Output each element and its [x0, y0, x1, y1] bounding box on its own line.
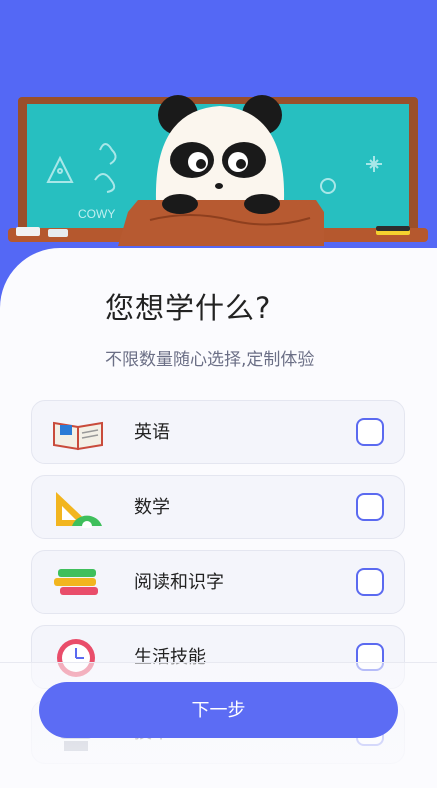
next-button[interactable]: 下一步	[39, 682, 398, 738]
option-label: 英语	[134, 422, 170, 443]
stacked-books-icon	[54, 569, 98, 595]
book-icon	[53, 421, 103, 451]
option-checkbox[interactable]	[356, 493, 384, 521]
option-label: 阅读和识字	[134, 572, 224, 593]
option-english[interactable]: 英语	[31, 400, 405, 464]
option-checkbox[interactable]	[356, 568, 384, 596]
hero-illustration: COWY	[0, 0, 437, 260]
option-math[interactable]: 数学	[31, 475, 405, 539]
ruler-triangle-icon	[56, 492, 102, 528]
page-subtitle: 不限数量随心选择,定制体验	[105, 350, 315, 370]
chalk-text: COWY	[78, 207, 115, 221]
page-title: 您想学什么?	[105, 291, 272, 325]
panda-mascot	[155, 95, 285, 214]
option-checkbox[interactable]	[356, 418, 384, 446]
sheet-corner	[0, 248, 120, 368]
option-reading[interactable]: 阅读和识字	[31, 550, 405, 614]
option-label: 数学	[134, 497, 170, 518]
